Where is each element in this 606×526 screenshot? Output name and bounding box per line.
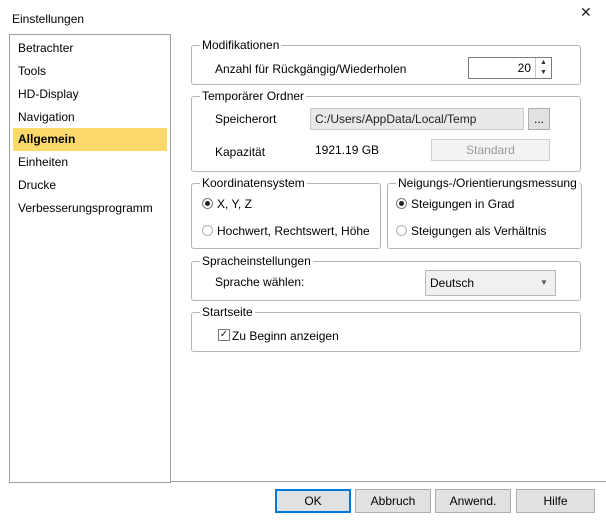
slope-legend: Neigungs-/Orientierungsmessung bbox=[396, 176, 579, 190]
footer-divider bbox=[171, 481, 606, 482]
nav-item-allgemein[interactable]: Allgemein bbox=[13, 128, 167, 151]
nav-item-navigation[interactable]: Navigation bbox=[13, 106, 167, 129]
undo-count-stepper[interactable]: 20 ▲ ▼ bbox=[468, 57, 552, 79]
radio-slope-ratio-label: Steigungen als Verhältnis bbox=[411, 224, 547, 238]
coordinate-system-legend: Koordinatensystem bbox=[200, 176, 307, 190]
modifications-legend: Modifikationen bbox=[200, 38, 282, 52]
show-on-start-label: Zu Beginn anzeigen bbox=[232, 329, 339, 343]
ok-button[interactable]: OK bbox=[275, 489, 351, 513]
startpage-legend: Startseite bbox=[200, 305, 255, 319]
language-legend: Spracheinstellungen bbox=[200, 254, 313, 268]
show-on-start-checkbox[interactable]: ✓ bbox=[218, 329, 230, 341]
nav-item-verbesserungsprogramm[interactable]: Verbesserungsprogramm bbox=[13, 197, 167, 220]
coordinate-system-group: Koordinatensystem bbox=[191, 176, 381, 249]
cancel-button[interactable]: Abbruch bbox=[355, 489, 431, 513]
nav-item-drucke[interactable]: Drucke bbox=[13, 174, 167, 197]
radio-hochwert-label: Hochwert, Rechtswert, Höhe bbox=[217, 224, 370, 238]
nav-item-tools[interactable]: Tools bbox=[13, 60, 167, 83]
stepper-arrows: ▲ ▼ bbox=[535, 58, 551, 78]
radio-slope-degree-label: Steigungen in Grad bbox=[411, 197, 515, 211]
language-select[interactable]: Deutsch ▼ bbox=[425, 270, 556, 296]
nav-item-hd-display[interactable]: HD-Display bbox=[13, 83, 167, 106]
nav-item-einheiten[interactable]: Einheiten bbox=[13, 151, 167, 174]
radio-hochwert[interactable] bbox=[202, 225, 213, 236]
undo-count-value: 20 bbox=[517, 61, 531, 75]
stepper-up-icon[interactable]: ▲ bbox=[536, 58, 551, 68]
apply-button[interactable]: Anwend. bbox=[435, 489, 511, 513]
undo-count-label: Anzahl für Rückgängig/Wiederholen bbox=[215, 62, 407, 76]
capacity-label: Kapazität bbox=[215, 145, 266, 159]
settings-nav-list: Betrachter Tools HD-Display Navigation A… bbox=[9, 34, 171, 483]
radio-xyz-label: X, Y, Z bbox=[217, 197, 252, 211]
radio-slope-degree[interactable] bbox=[396, 198, 407, 209]
close-icon[interactable]: ✕ bbox=[580, 4, 592, 21]
language-select-value: Deutsch bbox=[430, 276, 475, 290]
temp-folder-legend: Temporärer Ordner bbox=[200, 89, 307, 103]
location-field[interactable]: C:/Users/AppData/Local/Temp bbox=[310, 108, 524, 130]
nav-item-betrachter[interactable]: Betrachter bbox=[13, 37, 167, 60]
stepper-down-icon[interactable]: ▼ bbox=[536, 68, 551, 78]
language-label: Sprache wählen: bbox=[215, 275, 305, 289]
location-label: Speicherort bbox=[215, 112, 277, 126]
help-button[interactable]: Hilfe bbox=[516, 489, 595, 513]
slope-group: Neigungs-/Orientierungsmessung bbox=[387, 176, 582, 249]
dialog-title: Einstellungen bbox=[12, 12, 85, 26]
chevron-down-icon: ▼ bbox=[540, 278, 548, 287]
radio-xyz[interactable] bbox=[202, 198, 213, 209]
standard-button[interactable]: Standard bbox=[431, 139, 550, 161]
browse-button[interactable]: ... bbox=[528, 108, 550, 130]
radio-slope-ratio[interactable] bbox=[396, 225, 407, 236]
capacity-value: 1921.19 GB bbox=[315, 143, 380, 157]
